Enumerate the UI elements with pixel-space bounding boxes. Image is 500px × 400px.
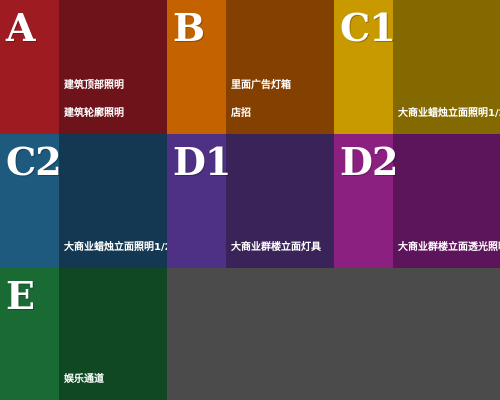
tile-d2-letter: D2 bbox=[340, 139, 398, 184]
tile-c1-label-1: 大商业蜡烛立面照明1/2 bbox=[398, 108, 500, 119]
tile-d1[interactable]: D1 大商业群楼立面灯具 bbox=[167, 134, 334, 268]
tile-a-label-2: 建筑轮廓照明 bbox=[64, 108, 124, 119]
tile-d1-labels: 大商业群楼立面灯具 bbox=[231, 242, 330, 254]
tile-c1[interactable]: C1 大商业蜡烛立面照明1/2 bbox=[334, 0, 500, 134]
tile-d1-letter: D1 bbox=[173, 139, 231, 184]
tile-e-letter: E bbox=[6, 273, 35, 318]
tile-a[interactable]: A 建筑顶部照明 建筑轮廓照明 bbox=[0, 0, 167, 134]
tile-b-labels: 里面广告灯箱 店招 bbox=[231, 80, 330, 120]
tile-d2[interactable]: D2 大商业群楼立面透光照明 bbox=[334, 134, 500, 268]
tile-b[interactable]: B 里面广告灯箱 店招 bbox=[167, 0, 334, 134]
tile-a-letter: A bbox=[6, 5, 36, 50]
tile-c2-letter: C2 bbox=[6, 139, 62, 184]
tile-c2[interactable]: C2 大商业蜡烛立面照明1/2 bbox=[0, 134, 172, 268]
tile-e-label-1: 娱乐通道 bbox=[64, 374, 104, 385]
tile-d1-label-1: 大商业群楼立面灯具 bbox=[231, 242, 321, 253]
tile-d2-label-1: 大商业群楼立面透光照明 bbox=[398, 242, 500, 253]
lighting-category-grid: A 建筑顶部照明 建筑轮廓照明 B 里面广告灯箱 店招 C1 大商业蜡烛立面照明… bbox=[0, 0, 500, 400]
tile-a-labels: 建筑顶部照明 建筑轮廓照明 bbox=[64, 80, 163, 120]
tile-b-label-2: 店招 bbox=[231, 108, 251, 119]
tile-c1-labels: 大商业蜡烛立面照明1/2 bbox=[398, 108, 500, 120]
tile-d2-labels: 大商业群楼立面透光照明 bbox=[398, 242, 500, 254]
tile-b-label-1: 里面广告灯箱 bbox=[231, 80, 291, 91]
tile-a-label-1: 建筑顶部照明 bbox=[64, 80, 124, 91]
tile-e[interactable]: E 娱乐通道 bbox=[0, 268, 167, 400]
tile-c2-labels: 大商业蜡烛立面照明1/2 bbox=[64, 242, 172, 254]
tile-c2-label-1: 大商业蜡烛立面照明1/2 bbox=[64, 242, 172, 253]
tile-b-letter: B bbox=[173, 5, 205, 50]
tile-e-labels: 娱乐通道 bbox=[64, 374, 163, 386]
empty-area bbox=[167, 268, 500, 400]
tile-c1-letter: C1 bbox=[340, 5, 396, 50]
